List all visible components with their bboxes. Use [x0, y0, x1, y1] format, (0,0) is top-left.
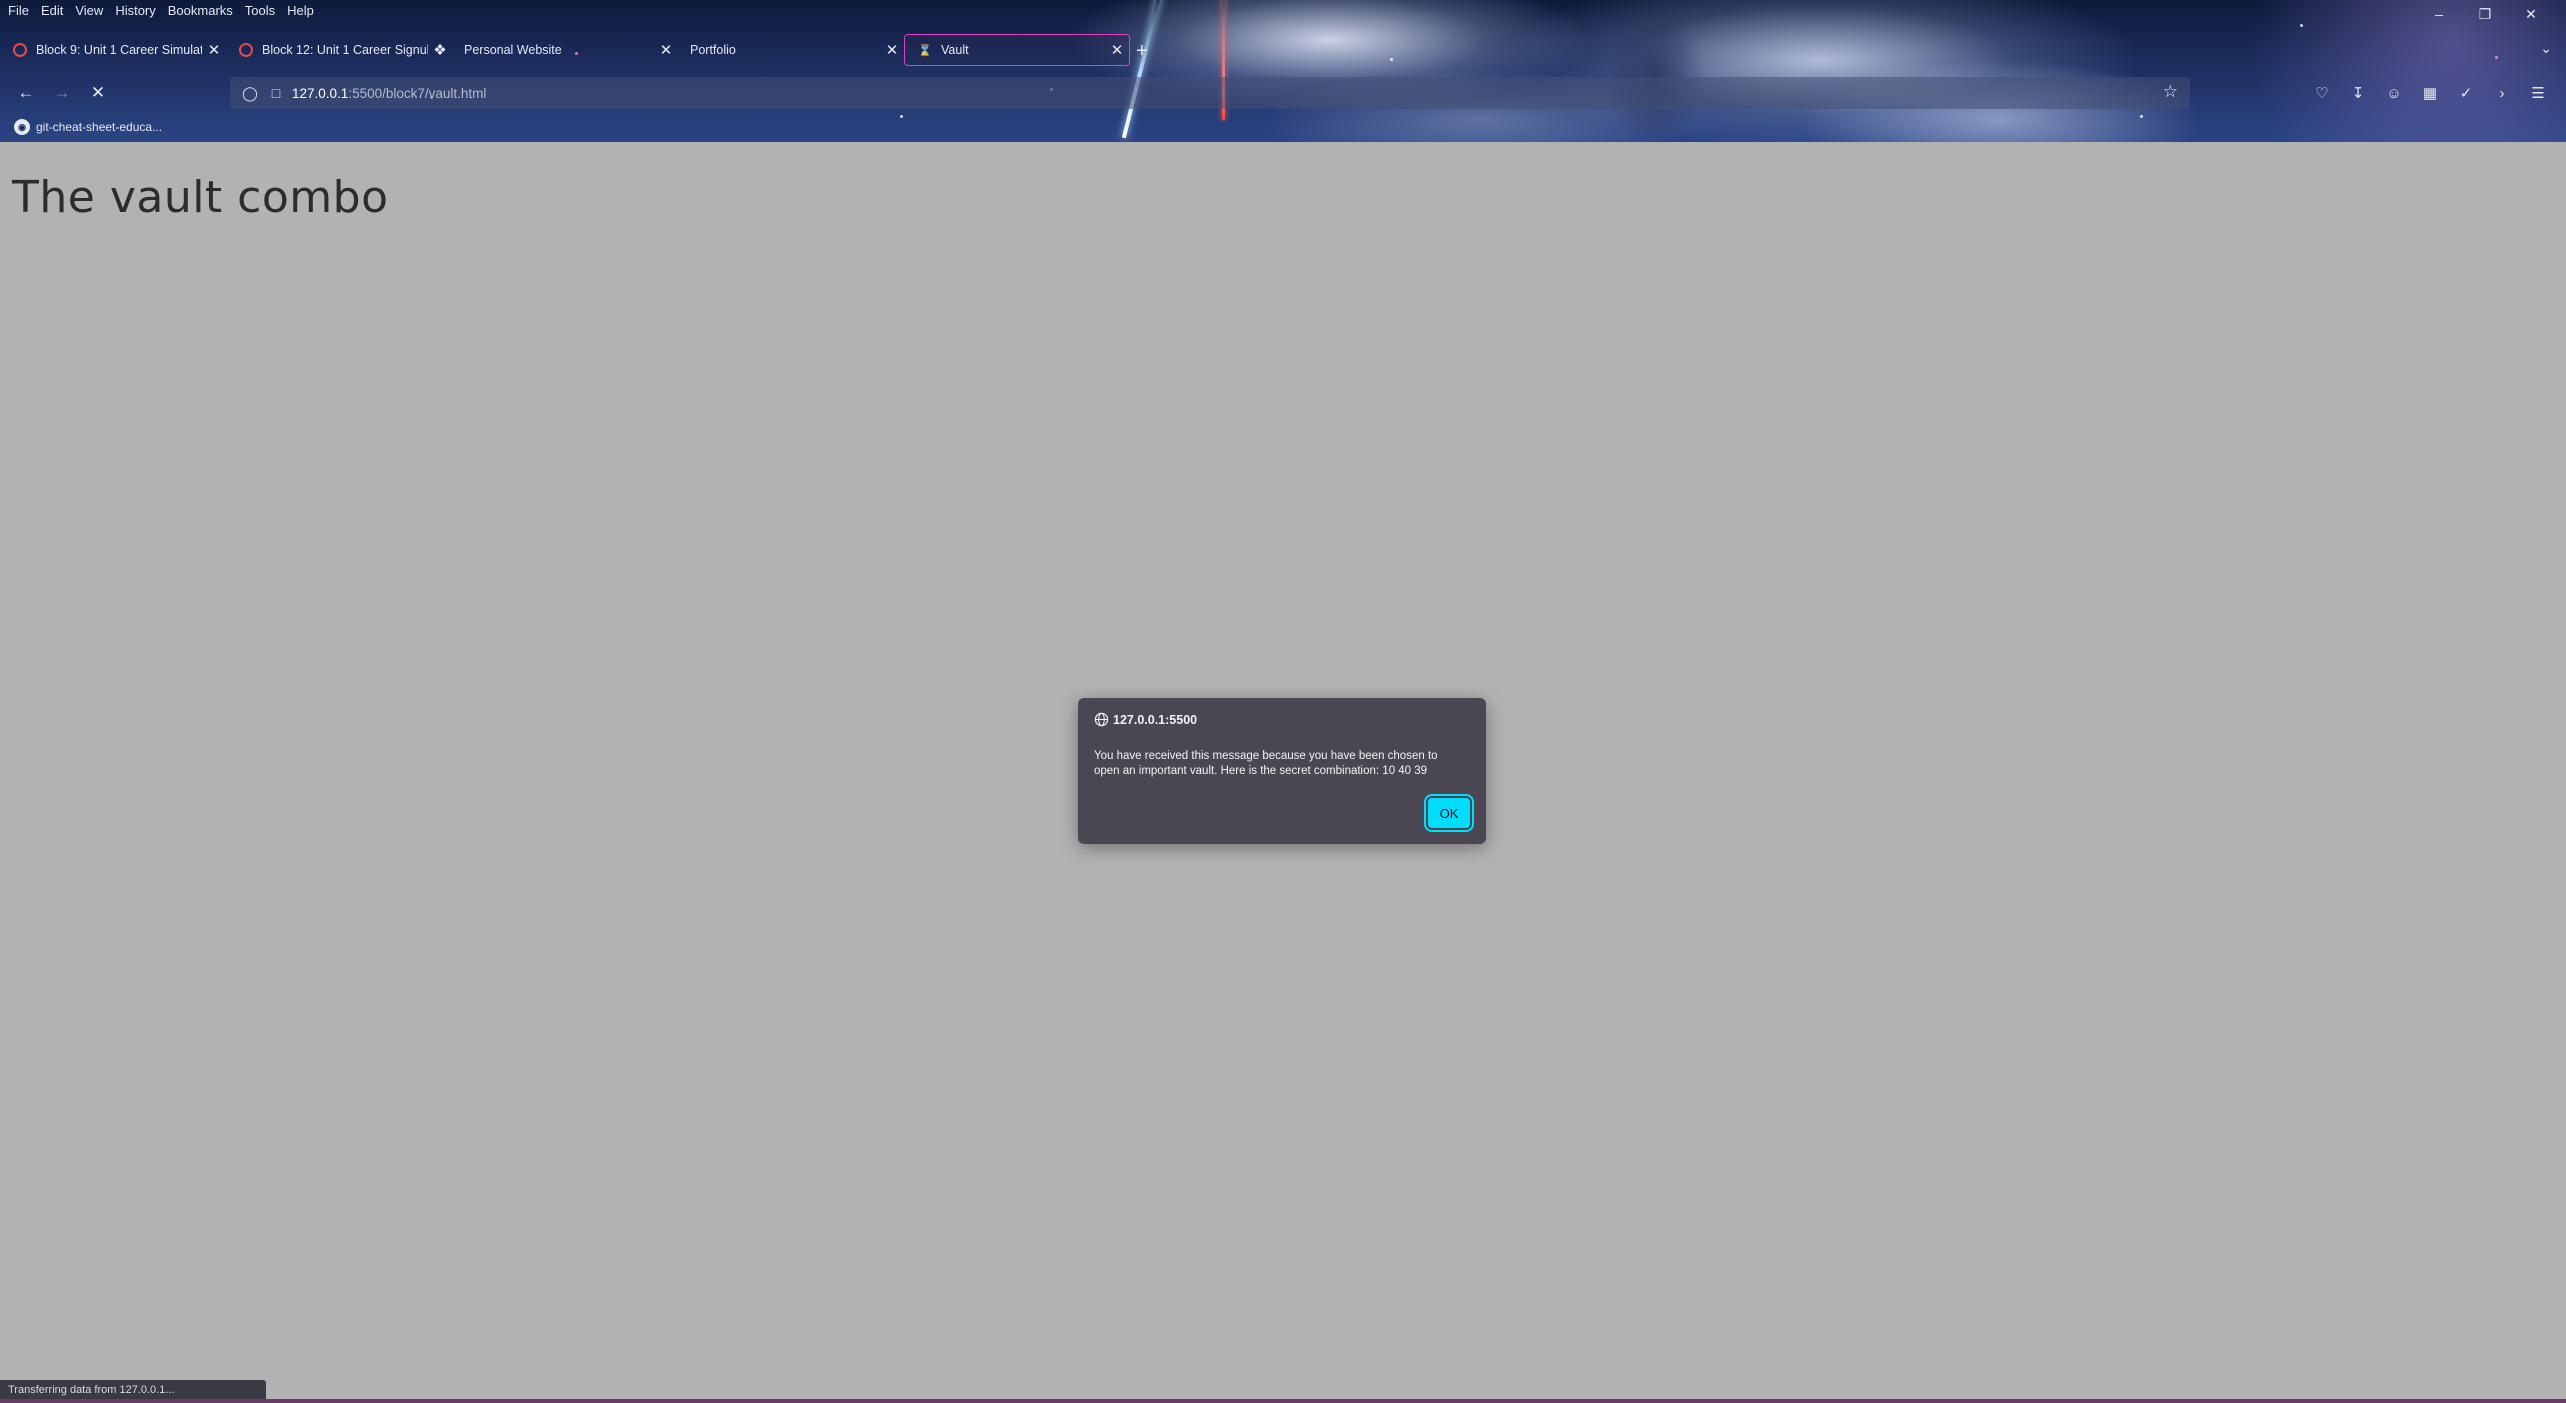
speaker-icon[interactable]: ❖ — [428, 41, 452, 59]
window-controls: – ❐ ✕ — [2416, 2, 2554, 26]
chevron-down-icon[interactable]: ⌄ — [2540, 40, 2552, 57]
download-icon[interactable]: ↧ — [2346, 81, 2370, 105]
page-icon: □ — [271, 85, 281, 101]
theme-figure — [1600, 5, 1710, 142]
background-star — [2300, 24, 2303, 27]
forward-arrow-icon[interactable]: → — [48, 79, 76, 107]
menu-tools[interactable]: Tools — [245, 3, 275, 18]
ok-button[interactable]: OK — [1428, 798, 1470, 828]
hamburger-menu-icon[interactable]: ☰ — [2526, 81, 2550, 105]
background-star — [2140, 115, 2143, 118]
stop-loading-icon[interactable]: ✕ — [84, 79, 112, 107]
bookmarks-toolbar: ◉ git-cheat-sheet-educa... — [0, 116, 162, 138]
tab-block12[interactable]: Block 12: Unit 1 Career Signulat ❖ — [226, 34, 452, 66]
tab-close-icon[interactable]: ✕ — [1105, 41, 1129, 59]
browser-chrome: File Edit View History Bookmarks Tools H… — [0, 0, 2566, 142]
comet-streak — [1121, 0, 1163, 139]
tab-portfolio[interactable]: Portfolio ✕ — [678, 34, 904, 66]
new-tab-button[interactable]: + — [1136, 40, 1148, 63]
dialog-message: You have received this message because y… — [1094, 750, 1438, 777]
hourglass-icon: ⌛ — [918, 44, 932, 57]
bookmark-git-cheat-sheet[interactable]: ◉ git-cheat-sheet-educa... — [14, 119, 162, 135]
url-host: 127.0.0.1 — [292, 85, 349, 101]
tab-label: Block 12: Unit 1 Career Signulat — [262, 43, 428, 57]
status-bar: Transferring data from 127.0.0.1... — [0, 1380, 266, 1399]
tab-block9[interactable]: Block 9: Unit 1 Career Simulatio ✕ — [0, 34, 226, 66]
extension-check-icon[interactable]: ✓ — [2454, 81, 2478, 105]
tab-strip: Block 9: Unit 1 Career Simulatio ✕ Block… — [0, 34, 2566, 66]
navigation-bar: ← → ✕ ◯ □ 127.0.0.1:5500/block7/vault.ht… — [0, 75, 2566, 111]
dialog-header: 127.0.0.1:5500 — [1094, 712, 1470, 727]
menu-bookmarks[interactable]: Bookmarks — [168, 3, 233, 18]
bookmark-star-icon[interactable]: ☆ — [2163, 82, 2178, 102]
tab-vault[interactable]: ⌛ Vault ✕ — [904, 34, 1130, 66]
tab-label: Vault — [941, 43, 969, 57]
tab-close-icon[interactable]: ✕ — [880, 41, 904, 59]
tab-favicon-icon — [238, 42, 254, 58]
home-spinner-icon — [124, 79, 152, 107]
tab-close-icon[interactable]: ✕ — [654, 41, 678, 59]
restore-icon[interactable]: ❐ — [2462, 2, 2508, 26]
tab-label: Block 9: Unit 1 Career Simulatio — [36, 43, 202, 57]
menu-bar: File Edit View History Bookmarks Tools H… — [0, 0, 326, 20]
menu-edit[interactable]: Edit — [41, 3, 63, 18]
window-bottom-edge — [0, 1399, 2566, 1403]
dialog-origin: 127.0.0.1:5500 — [1113, 712, 1198, 727]
tab-personal-website[interactable]: Personal Website ✕ — [452, 34, 678, 66]
menu-help[interactable]: Help — [287, 3, 314, 18]
pocket-icon[interactable]: ♡ — [2310, 81, 2334, 105]
alert-dialog: 127.0.0.1:5500 You have received this me… — [1078, 698, 1486, 844]
globe-icon — [1094, 712, 1109, 727]
background-star — [900, 115, 903, 118]
menu-file[interactable]: File — [8, 3, 29, 18]
github-icon: ◉ — [14, 119, 30, 135]
tab-label: Personal Website — [464, 43, 562, 57]
menu-history[interactable]: History — [115, 3, 155, 18]
close-window-icon[interactable]: ✕ — [2508, 2, 2554, 26]
shield-icon[interactable]: ◯ — [240, 85, 260, 102]
back-arrow-icon[interactable]: ← — [12, 79, 40, 107]
tab-label: Portfolio — [690, 43, 736, 57]
url-path: :5500/block7/vault.html — [348, 85, 487, 101]
page-title: The vault combo — [12, 172, 389, 223]
account-icon[interactable]: ☺ — [2382, 81, 2406, 105]
url-bar[interactable]: ◯ □ 127.0.0.1:5500/block7/vault.html ☆ — [230, 77, 2190, 109]
bookmark-label: git-cheat-sheet-educa... — [36, 120, 163, 134]
tab-close-icon[interactable]: ✕ — [202, 41, 226, 59]
menu-view[interactable]: View — [75, 3, 103, 18]
extensions-icon[interactable]: ▦ — [2418, 81, 2442, 105]
tab-favicon-icon — [12, 42, 28, 58]
minimize-icon[interactable]: – — [2416, 2, 2462, 26]
overflow-icon[interactable]: › — [2490, 81, 2514, 105]
